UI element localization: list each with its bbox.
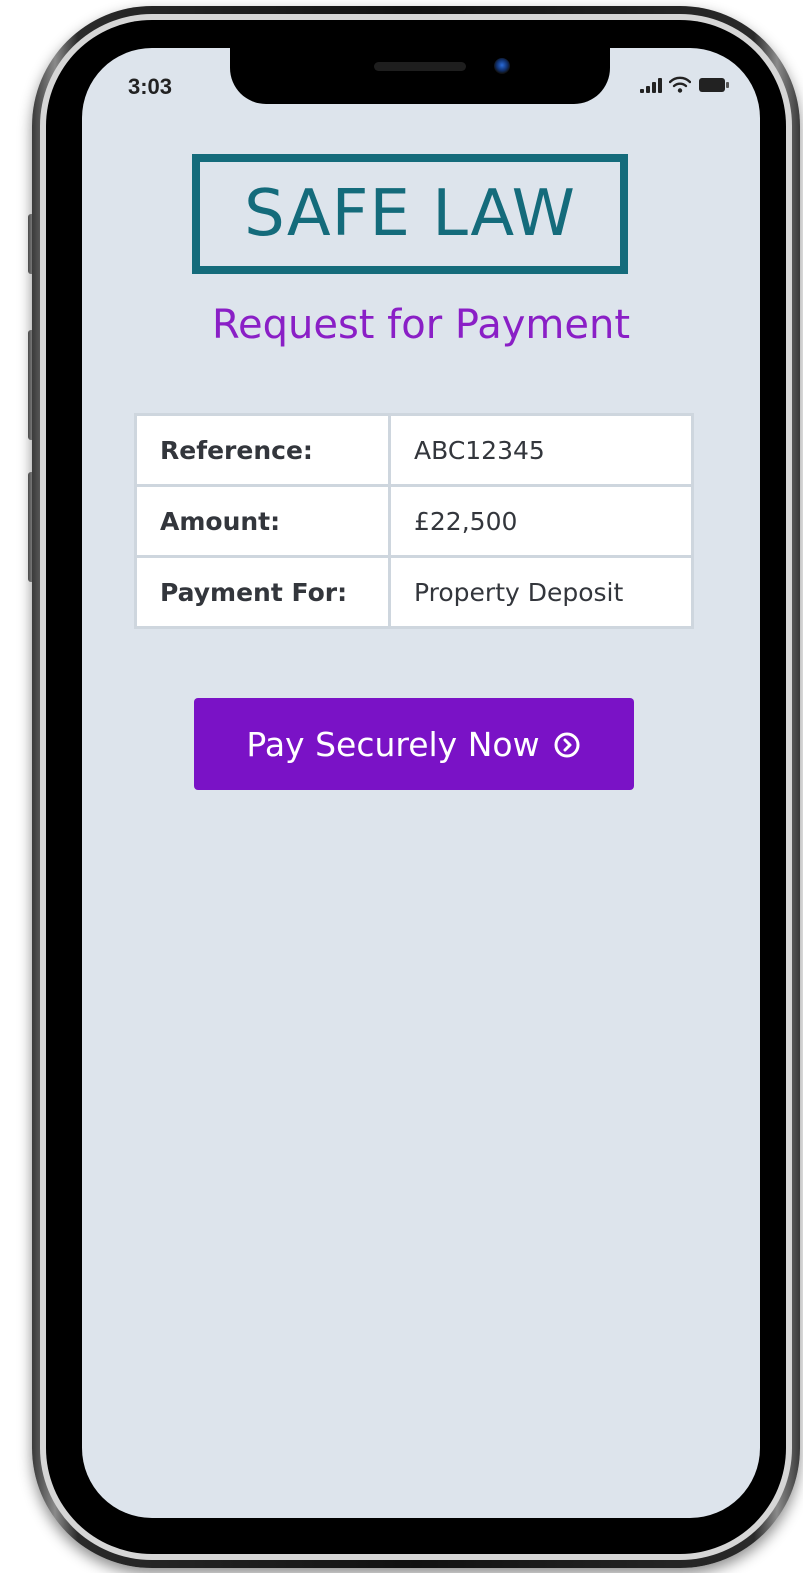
speaker-grille — [374, 62, 466, 71]
pay-securely-now-button[interactable]: Pay Securely Now — [194, 698, 634, 790]
logo-text: SAFE LAW — [244, 177, 576, 251]
payment-for-value: Property Deposit — [388, 555, 694, 629]
phone-screen: 3:03 SAFE LAW Request for Payment Refere… — [82, 48, 760, 1518]
status-icons — [640, 76, 730, 93]
table-row: Amount: £22,500 — [134, 484, 694, 558]
reference-value: ABC12345 — [388, 413, 694, 487]
table-row: Payment For: Property Deposit — [134, 555, 694, 629]
table-row: Reference: ABC12345 — [134, 413, 694, 487]
payment-for-label: Payment For: — [134, 555, 391, 629]
battery-icon — [698, 77, 730, 93]
amount-value: £22,500 — [388, 484, 694, 558]
pay-button-label: Pay Securely Now — [246, 724, 540, 764]
reference-label: Reference: — [134, 413, 391, 487]
front-camera — [494, 58, 510, 74]
notch — [230, 48, 610, 104]
page-title: Request for Payment — [211, 302, 631, 348]
wifi-icon — [669, 76, 691, 93]
phone-mockup: 3:03 SAFE LAW Request for Payment Refere… — [0, 0, 803, 1573]
status-time: 3:03 — [128, 74, 173, 99]
safe-law-logo: SAFE LAW — [192, 154, 628, 274]
cellular-signal-icon — [640, 77, 662, 93]
amount-label: Amount: — [134, 484, 391, 558]
chevron-right-circle-icon — [552, 729, 582, 759]
payment-details-table: Reference: ABC12345 Amount: £22,500 Paym… — [134, 413, 694, 629]
